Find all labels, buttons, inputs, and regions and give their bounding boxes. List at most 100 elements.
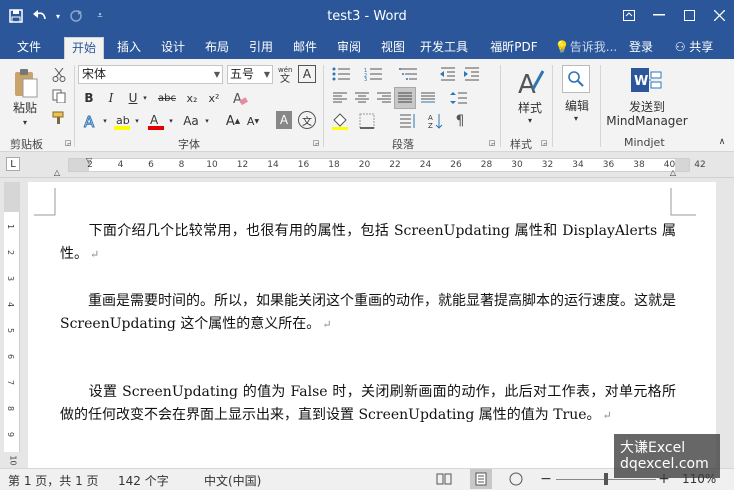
tab-insert[interactable]: 插入	[110, 37, 148, 59]
shading-icon[interactable]	[328, 111, 352, 131]
font-color-dropdown-icon[interactable]: ▾	[166, 111, 176, 131]
first-line-indent-marker[interactable]: ▽	[84, 156, 94, 165]
send-to-label[interactable]: 发送到	[606, 99, 688, 114]
grow-font-icon[interactable]: A ▲	[224, 111, 242, 131]
font-launcher-icon[interactable]: ◲	[312, 139, 320, 147]
text-effects-dropdown-icon[interactable]: ▾	[100, 111, 110, 131]
subscript-button[interactable]: x₂	[182, 89, 202, 107]
print-layout-icon[interactable]	[470, 469, 492, 489]
font-name-combo[interactable]: 宋体 ▼	[78, 65, 223, 84]
cut-icon[interactable]	[50, 66, 68, 84]
tab-review[interactable]: 审阅	[330, 37, 368, 59]
align-right-icon[interactable]	[374, 89, 394, 107]
read-mode-icon[interactable]	[436, 471, 452, 487]
tab-mailings[interactable]: 邮件	[286, 37, 324, 59]
tab-design[interactable]: 设计	[154, 37, 192, 59]
line-spacing-icon[interactable]	[448, 89, 470, 107]
document-canvas[interactable]: 下面介绍几个比较常用，也很有用的属性，包括 ScreenUpdating 属性和…	[20, 178, 734, 472]
distributed-icon[interactable]	[418, 89, 438, 107]
zoom-slider-thumb[interactable]	[604, 473, 608, 485]
styles-label[interactable]: 样式	[510, 99, 550, 115]
clipboard-launcher-icon[interactable]: ◲	[64, 139, 72, 147]
underline-dropdown-icon[interactable]: ▾	[140, 89, 150, 107]
bullets-icon[interactable]	[330, 65, 354, 83]
ruler-track[interactable]	[68, 158, 690, 172]
character-border-icon[interactable]: A	[298, 65, 316, 83]
italic-button[interactable]: I	[102, 89, 120, 107]
tell-me-box[interactable]: 💡告诉我...	[554, 37, 618, 59]
editing-dropdown-icon[interactable]: ▾	[570, 113, 582, 123]
numbering-icon[interactable]: 123	[362, 65, 386, 83]
mindmanager-label[interactable]: MindManager	[602, 114, 692, 128]
paragraph-mark: ↵	[90, 248, 100, 261]
show-marks-icon[interactable]: ¶	[450, 111, 470, 131]
ribbon-display-icon[interactable]	[614, 0, 644, 30]
font-size-combo[interactable]: 五号 ▼	[227, 65, 273, 84]
paragraph-launcher-icon[interactable]: ◲	[488, 139, 496, 147]
tab-selector-icon[interactable]: L	[6, 157, 20, 171]
web-layout-icon[interactable]	[508, 471, 524, 487]
tab-developer[interactable]: 开发工具	[416, 37, 472, 59]
tab-layout[interactable]: 布局	[198, 37, 236, 59]
highlight-icon[interactable]: ab	[112, 111, 132, 131]
justify-icon[interactable]	[394, 87, 416, 109]
maximize-icon[interactable]	[674, 0, 704, 30]
watermark: 大谦Excel dqexcel.com	[614, 434, 720, 478]
document-page[interactable]: 下面介绍几个比较常用，也很有用的属性，包括 ScreenUpdating 属性和…	[28, 182, 716, 472]
font-color-icon[interactable]: A	[146, 111, 166, 131]
shrink-font-icon[interactable]: A ▼	[244, 111, 262, 131]
paragraph-1[interactable]: 下面介绍几个比较常用，也很有用的属性，包括 ScreenUpdating 属性和…	[60, 220, 676, 266]
find-icon[interactable]	[562, 65, 590, 93]
bold-button[interactable]: B	[80, 89, 98, 107]
clear-formatting-icon[interactable]: A	[230, 89, 250, 107]
styles-icon[interactable]: A	[512, 65, 548, 99]
format-painter-icon[interactable]	[50, 109, 68, 127]
paragraph-2[interactable]: 重画是需要时间的。所以，如果能关闭这个重画的动作，就能显著提高脚本的运行速度。这…	[60, 290, 676, 336]
separator	[500, 65, 501, 147]
word-count[interactable]: 142 个字	[118, 472, 169, 489]
close-icon[interactable]	[704, 0, 734, 30]
text-effects-icon[interactable]: A	[80, 111, 102, 131]
chinese-layout-icon[interactable]	[396, 111, 420, 131]
tab-references[interactable]: 引用	[242, 37, 280, 59]
paste-button-label[interactable]: 粘贴	[8, 99, 42, 115]
change-case-button[interactable]: Aa	[180, 111, 202, 131]
svg-text:Z: Z	[428, 122, 433, 129]
strikethrough-button[interactable]: abc	[154, 89, 180, 107]
zoom-out-icon[interactable]: −	[540, 471, 552, 487]
editing-label[interactable]: 编辑	[558, 97, 596, 113]
phonetic-guide-icon[interactable]: wén 文	[276, 65, 296, 83]
sort-icon[interactable]: AZ	[426, 111, 446, 131]
align-left-icon[interactable]	[330, 89, 350, 107]
login-link[interactable]: 登录	[624, 37, 658, 59]
hanging-indent-marker[interactable]: △	[52, 168, 62, 177]
change-case-dropdown-icon[interactable]: ▾	[202, 111, 212, 131]
right-indent-marker[interactable]: △	[668, 168, 678, 177]
share-button[interactable]: ⚇ 共享	[664, 37, 724, 59]
collapse-ribbon-icon[interactable]: ∧	[716, 137, 728, 147]
tab-file[interactable]: 文件	[6, 37, 52, 59]
mindmanager-icon[interactable]: W	[628, 65, 664, 95]
language-indicator[interactable]: 中文(中国)	[204, 472, 261, 489]
page-count[interactable]: 第 1 页，共 1 页	[8, 472, 99, 489]
styles-launcher-icon[interactable]: ◲	[540, 139, 548, 147]
tab-view[interactable]: 视图	[374, 37, 412, 59]
decrease-indent-icon[interactable]	[438, 65, 458, 83]
tab-foxit-pdf[interactable]: 福昕PDF	[482, 37, 546, 59]
shrink-font-label: A	[246, 114, 255, 128]
paragraph-3[interactable]: 设置 ScreenUpdating 的值为 False 时，关闭刷新画面的动作，…	[60, 381, 676, 427]
copy-icon[interactable]	[50, 87, 68, 105]
multilevel-list-icon[interactable]	[396, 65, 422, 83]
enclose-characters-icon[interactable]: 文	[298, 111, 316, 129]
align-center-icon[interactable]	[352, 89, 372, 107]
increase-indent-icon[interactable]	[462, 65, 482, 83]
paste-icon[interactable]	[10, 67, 40, 99]
paste-dropdown-icon[interactable]: ▾	[18, 117, 32, 127]
highlight-dropdown-icon[interactable]: ▾	[132, 111, 142, 131]
styles-dropdown-icon[interactable]: ▾	[524, 115, 536, 125]
minimize-icon[interactable]	[644, 0, 674, 30]
superscript-button[interactable]: x²	[204, 89, 224, 107]
tab-home[interactable]: 开始	[64, 37, 104, 59]
character-shading-icon[interactable]: A	[276, 111, 292, 129]
borders-icon[interactable]	[356, 111, 378, 131]
